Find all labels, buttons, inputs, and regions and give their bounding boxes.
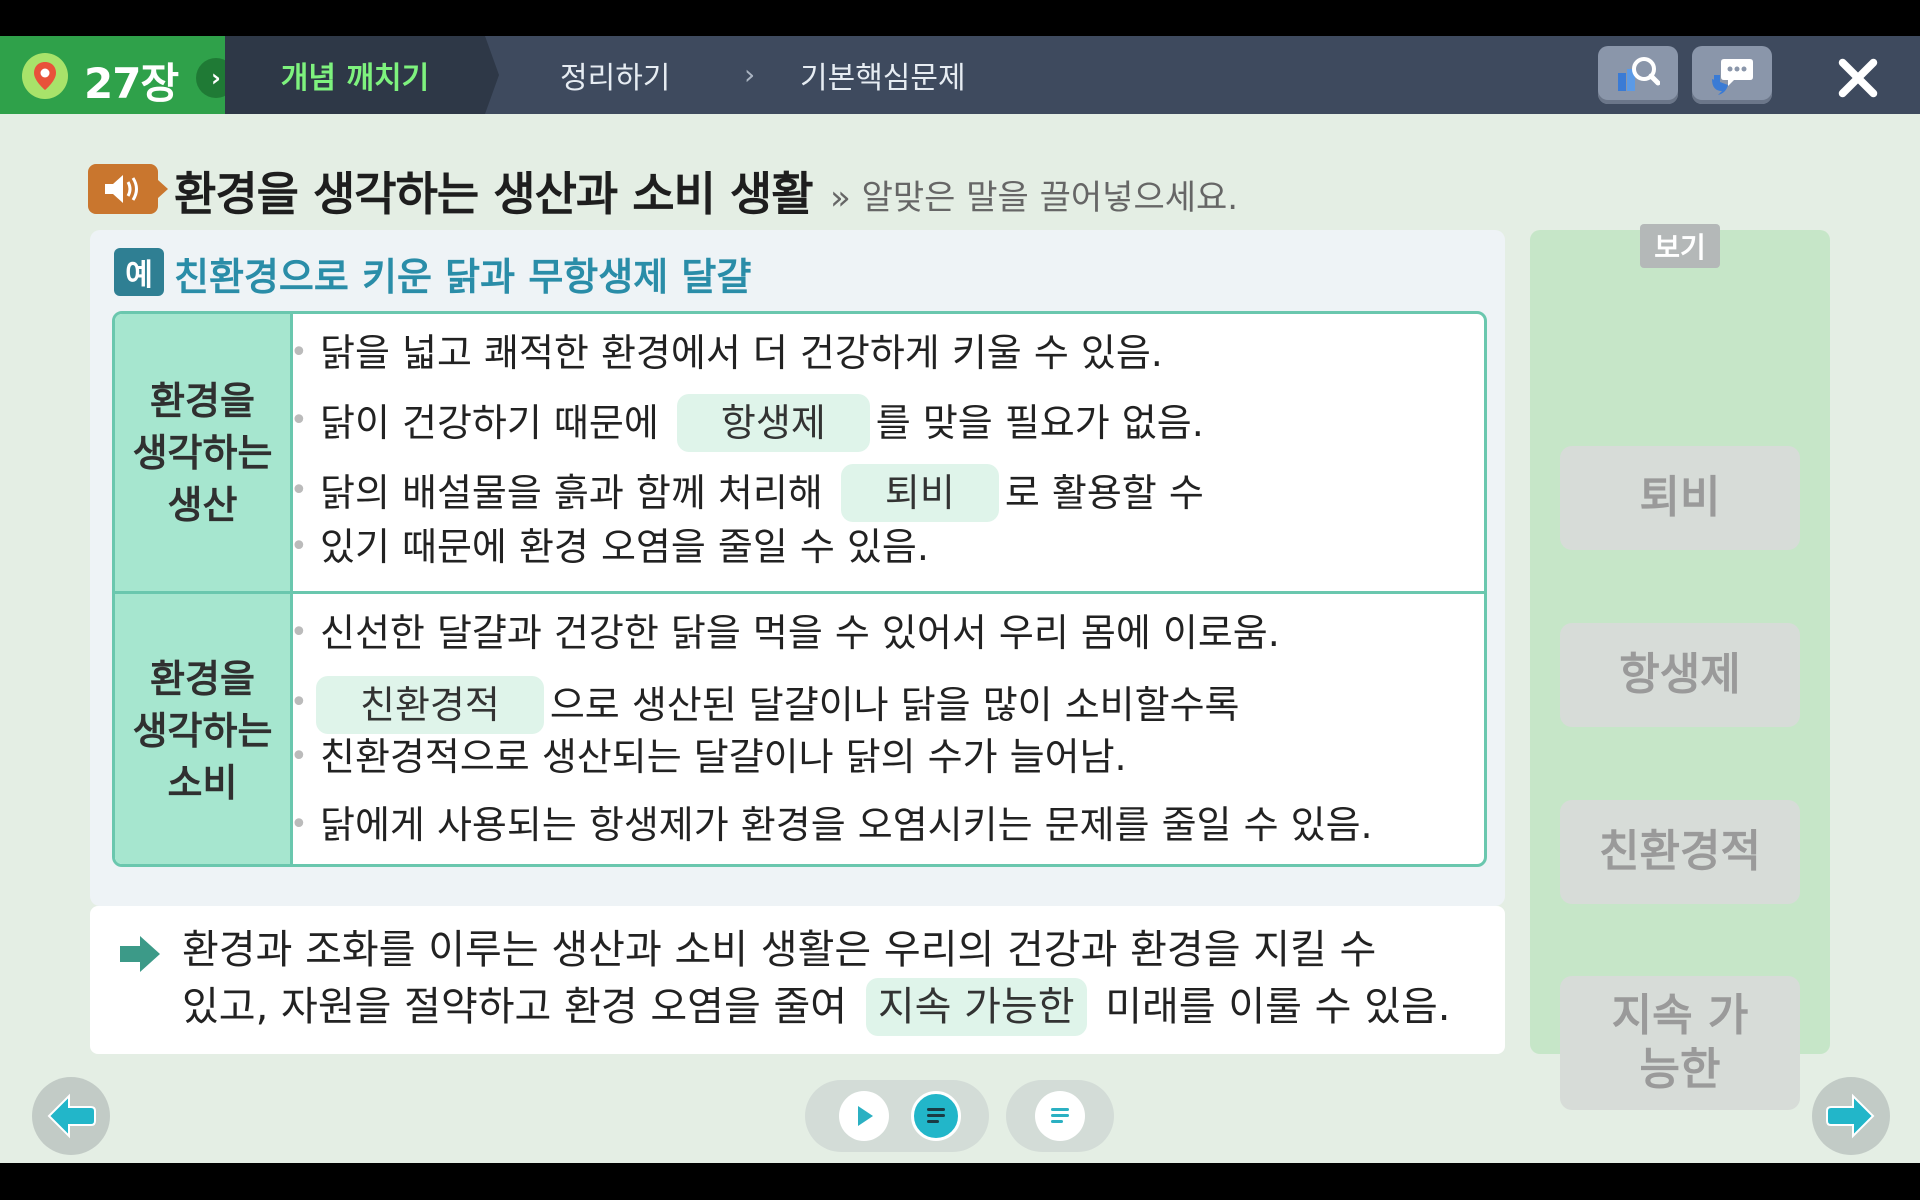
row-header-line: 소비 xyxy=(167,760,238,805)
example-badge: 예 xyxy=(114,248,164,296)
example-title: 친환경으로 키운 닭과 무항생제 달걀 xyxy=(174,255,752,299)
choice-compost[interactable]: 퇴비 xyxy=(1560,446,1800,550)
tab-core-problems-label: 기본핵심문제 xyxy=(800,61,966,96)
bullet-text: 신선한 달걀과 건강한 닭을 먹을 수 있어서 우리 몸에 이로움. xyxy=(320,611,1280,655)
bullet-text: 으로 생산된 달걀이나 닭을 많이 소비할수록 xyxy=(549,683,1240,727)
media-controls xyxy=(805,1080,989,1152)
map-pin-icon xyxy=(22,53,68,99)
row-header-line: 생산 xyxy=(167,482,238,527)
speaker-icon xyxy=(105,175,138,203)
instruction-text: » 알맞은 말을 끌어넣으세요. xyxy=(830,178,1239,218)
table-row-consumption: 환경을 생각하는 소비 신선한 달걀과 건강한 닭을 먹을 수 있어서 우리 몸… xyxy=(115,594,1484,864)
summary-line-1: 환경과 조화를 이루는 생산과 소비 생활은 우리의 건강과 환경을 지킬 수 xyxy=(182,927,1377,973)
row-header-line: 환경을 xyxy=(150,656,255,701)
close-button[interactable] xyxy=(1830,50,1886,106)
chapter-indicator[interactable]: 27장 › xyxy=(0,36,236,114)
script-icon xyxy=(1051,1108,1069,1123)
choice-eco-friendly[interactable]: 친환경적 xyxy=(1560,800,1800,904)
arrow-right-icon xyxy=(120,936,160,972)
row-header-line: 환경을 xyxy=(150,378,255,423)
bottom-bar xyxy=(0,1163,1920,1200)
close-icon xyxy=(1838,58,1878,98)
answer-blank-sustainable[interactable]: 지속 가능한 xyxy=(865,978,1087,1036)
chat-bubble-icon xyxy=(1712,59,1753,95)
list-item: 친환경적으로 생산된 달걀이나 닭을 많이 소비할수록 xyxy=(290,676,1240,734)
script-button[interactable] xyxy=(1035,1091,1085,1141)
arrow-right-icon xyxy=(1826,1093,1875,1139)
play-icon xyxy=(858,1106,873,1126)
choices-panel: 보기 퇴비 항생제 친환경적 지속 가능한 xyxy=(1530,224,1830,1110)
bullet-text: 닭이 건강하기 때문에 xyxy=(320,401,659,445)
play-button[interactable] xyxy=(839,1091,889,1141)
list-item-continuation: 있기 때문에 환경 오염을 줄일 수 있음. xyxy=(290,520,929,574)
list-item: 닭을 넓고 쾌적한 환경에서 더 건강하게 키울 수 있음. xyxy=(290,326,1163,380)
row-header-line: 생각하는 xyxy=(132,430,273,475)
bullet-text: 있기 때문에 환경 오염을 줄일 수 있음. xyxy=(320,525,929,569)
summary-box: 환경과 조화를 이루는 생산과 소비 생활은 우리의 건강과 환경을 지킬 수 … xyxy=(90,906,1505,1054)
top-bar xyxy=(0,0,1920,36)
answer-blank-compost[interactable]: 퇴비 xyxy=(840,464,999,522)
bullet-text: 닭의 배설물을 흙과 함께 처리해 xyxy=(320,471,823,515)
answer-blank-antibiotics[interactable]: 항생제 xyxy=(676,394,870,452)
top-navigation: 27장 › 개념 깨치기 정리하기 › 기본핵심문제 xyxy=(0,36,1920,114)
tab-concept-label: 개념 깨치기 xyxy=(280,61,430,96)
row-header-consumption: 환경을 생각하는 소비 xyxy=(115,594,293,864)
chat-button[interactable] xyxy=(1692,46,1772,104)
list-item: 닭에게 사용되는 항생제가 환경을 오염시키는 문제를 줄일 수 있음. xyxy=(290,798,1373,852)
prev-page-button[interactable] xyxy=(32,1077,110,1155)
tab-concept[interactable]: 개념 깨치기 xyxy=(225,36,499,114)
concept-table: 환경을 생각하는 생산 닭을 넓고 쾌적한 환경에서 더 건강하게 키울 수 있… xyxy=(112,311,1487,867)
bullet-text: 닭을 넓고 쾌적한 환경에서 더 건강하게 키울 수 있음. xyxy=(320,331,1163,375)
list-item: 닭의 배설물을 흙과 함께 처리해 퇴비로 활용할 수 xyxy=(290,464,1204,522)
tab-core-problems[interactable]: 기본핵심문제 xyxy=(800,36,966,114)
script-icon xyxy=(927,1108,945,1123)
bullet-text: 닭에게 사용되는 항생제가 환경을 오염시키는 문제를 줄일 수 있음. xyxy=(320,803,1373,847)
bullet-text: 로 활용할 수 xyxy=(1004,471,1204,515)
arrow-left-icon xyxy=(47,1093,96,1139)
speaker-button[interactable] xyxy=(88,164,168,214)
list-item-continuation: 친환경적으로 생산되는 달걀이나 닭의 수가 늘어남. xyxy=(290,730,1127,784)
summary-text: 있고, 자원을 절약하고 환경 오염을 줄여 xyxy=(182,984,848,1030)
bullet-text: 친환경적으로 생산되는 달걀이나 닭의 수가 늘어남. xyxy=(320,735,1127,779)
tab-separator: › xyxy=(744,58,756,91)
row-header-production: 환경을 생각하는 생산 xyxy=(115,314,293,591)
search-book-icon xyxy=(1618,57,1660,91)
list-item: 닭이 건강하기 때문에 항생제를 맞을 필요가 없음. xyxy=(290,394,1204,452)
page-title: 환경을 생각하는 생산과 소비 생활 xyxy=(174,167,814,221)
answer-blank-eco-friendly[interactable]: 친환경적 xyxy=(316,676,544,734)
chapter-label: 27장 xyxy=(84,59,179,108)
row-header-line: 생각하는 xyxy=(132,708,273,753)
summary-text: 미래를 이룰 수 있음. xyxy=(1105,984,1451,1030)
list-item: 신선한 달걀과 건강한 닭을 먹을 수 있어서 우리 몸에 이로움. xyxy=(290,606,1280,660)
choice-sustainable[interactable]: 지속 가능한 xyxy=(1560,976,1800,1110)
next-page-button[interactable] xyxy=(1812,1077,1890,1155)
tab-summary[interactable]: 정리하기 xyxy=(560,36,670,114)
choice-antibiotics[interactable]: 항생제 xyxy=(1560,623,1800,727)
script-toggle-button[interactable] xyxy=(911,1091,961,1141)
search-button[interactable] xyxy=(1598,46,1678,104)
example-panel: 예 친환경으로 키운 닭과 무항생제 달걀 환경을 생각하는 생산 닭을 넓고 … xyxy=(90,230,1505,906)
summary-line-2: 있고, 자원을 절약하고 환경 오염을 줄여 지속 가능한 미래를 이룰 수 있… xyxy=(182,978,1451,1036)
bullet-text: 를 맞을 필요가 없음. xyxy=(875,401,1204,445)
tab-summary-label: 정리하기 xyxy=(560,61,671,96)
table-row-production: 환경을 생각하는 생산 닭을 넓고 쾌적한 환경에서 더 건강하게 키울 수 있… xyxy=(115,314,1484,594)
script-controls xyxy=(1006,1080,1114,1152)
content-area: 환경을 생각하는 생산과 소비 생활 » 알맞은 말을 끌어넣으세요. 예 친환… xyxy=(0,114,1920,1163)
choices-label: 보기 xyxy=(1640,224,1720,268)
